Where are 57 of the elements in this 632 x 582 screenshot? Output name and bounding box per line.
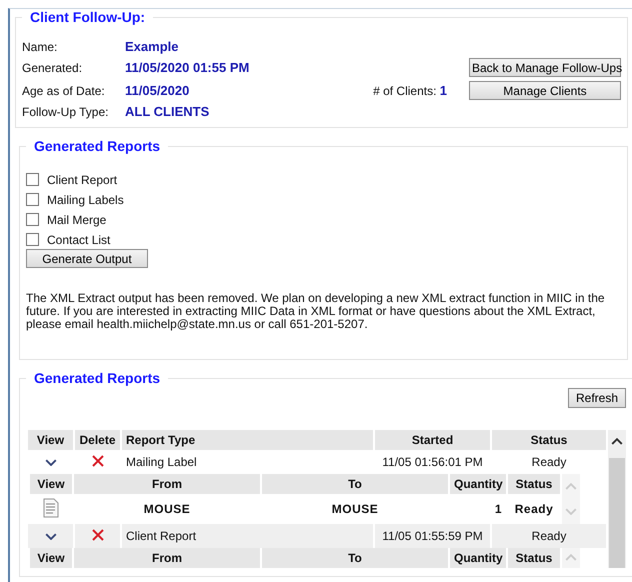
field-label: Follow-Up Type:	[22, 104, 110, 118]
checkbox-label: Mailing Labels	[47, 192, 124, 206]
expand-icon[interactable]	[44, 532, 56, 540]
delete-icon[interactable]	[90, 454, 104, 468]
column-header: Status	[492, 430, 606, 450]
column-header: Quantity	[450, 474, 506, 494]
table-cell-text: Ready	[530, 454, 568, 471]
field-value: Example	[125, 39, 180, 54]
section-title: Generated Reports	[33, 370, 162, 386]
field-label: Generated:	[22, 60, 84, 74]
section-title: Generated Reports	[33, 138, 162, 154]
checkbox[interactable]	[26, 213, 39, 226]
column-header: To	[262, 474, 448, 494]
table-cell-text: MOUSE	[330, 501, 380, 518]
table-cell-text: Client Report	[125, 528, 198, 545]
column-header: From	[74, 474, 260, 494]
field-value: 11/05/2020 01:55 PM	[125, 60, 250, 75]
refresh-button[interactable]: Refresh	[568, 388, 626, 408]
table-cell-text: MOUSE	[142, 501, 192, 518]
checkbox-label: Mail Merge	[47, 212, 106, 226]
column-header: Quantity	[450, 548, 506, 568]
checkbox[interactable]	[26, 233, 39, 246]
column-header: Started	[375, 430, 490, 450]
notice-text: The XML Extract output has been removed. We plan on developing a new XML extract function in MIIC in the future. If you are interested in extracting MIIC Data in XML format or have questions about the XML Extract, please email health.miichelp@state.mn.us or call 651-201-5207.	[26, 292, 606, 331]
column-header: From	[74, 548, 260, 568]
table-cell-text: 1	[494, 501, 503, 518]
document-icon[interactable]	[43, 498, 59, 518]
table-cell-text: Ready	[530, 528, 568, 545]
scrollbar[interactable]	[608, 430, 626, 568]
field-label: Name:	[22, 40, 58, 54]
delete-icon[interactable]	[90, 528, 104, 542]
column-header: View	[30, 474, 72, 494]
expand-icon[interactable]	[44, 458, 56, 466]
nav-button[interactable]: Back to Manage Follow-Ups	[469, 58, 621, 77]
table-cell-text: 11/05 01:55:59 PM	[381, 528, 484, 545]
clients-count: # of Clients: 1	[373, 83, 447, 98]
field-label: Age as of Date:	[22, 84, 106, 98]
column-header: Status	[508, 548, 560, 568]
column-header: View	[30, 548, 72, 568]
section-title: Client Follow-Up:	[29, 9, 146, 25]
scroll-up-icon[interactable]	[611, 438, 623, 446]
nav-button[interactable]: Manage Clients	[469, 81, 621, 100]
table-cell-text: Ready	[514, 501, 554, 518]
checkbox-label: Contact List	[47, 232, 110, 246]
checkbox[interactable]	[26, 193, 39, 206]
checkbox[interactable]	[26, 173, 39, 186]
column-header: View	[28, 430, 73, 450]
checkbox-label: Client Report	[47, 172, 118, 186]
field-value: ALL CLIENTS	[125, 104, 210, 119]
column-header: Delete	[75, 430, 120, 450]
column-header: Report Type	[122, 430, 373, 450]
generate-output-button[interactable]: Generate Output	[26, 249, 148, 268]
table-cell-text: Mailing Label	[125, 454, 198, 471]
column-header: Status	[508, 474, 560, 494]
column-header: To	[262, 548, 448, 568]
field-value: 11/05/2020	[125, 83, 190, 98]
table-cell-text: 11/05 01:56:01 PM	[381, 454, 484, 471]
